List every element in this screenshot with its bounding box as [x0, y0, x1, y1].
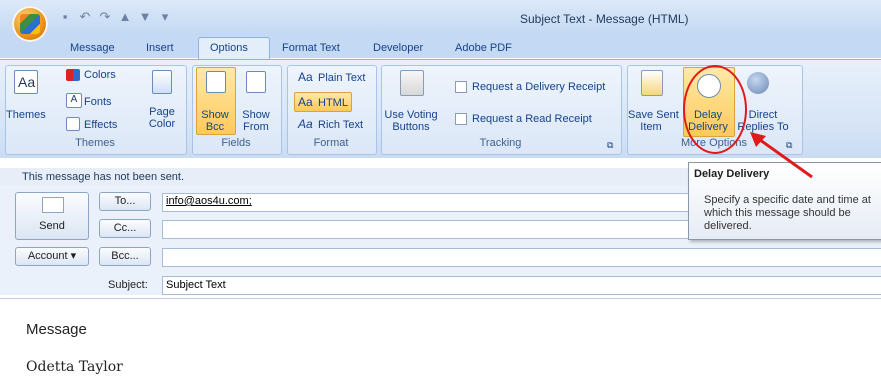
read-receipt-checkbox[interactable]: [455, 113, 467, 125]
send-envelope-icon: [42, 197, 64, 213]
themes-icon: Aa: [14, 70, 38, 94]
bcc-button[interactable]: Bcc...: [99, 247, 151, 266]
to-button[interactable]: To...: [99, 192, 151, 211]
group-label-format: Format: [313, 137, 349, 149]
redo-icon[interactable]: ↷: [96, 8, 114, 26]
down-arrow-icon[interactable]: ▼: [136, 8, 154, 26]
group-label-fields: Fields: [221, 137, 251, 149]
show-bcc-button[interactable]: Show Bcc: [197, 109, 233, 133]
subject-label: Subject:: [108, 279, 148, 291]
cc-button[interactable]: Cc...: [99, 219, 151, 238]
fonts-icon: A: [66, 93, 82, 108]
subject-field[interactable]: [162, 276, 881, 295]
fonts-button[interactable]: Fonts: [84, 96, 112, 108]
save-sent-item-icon: [641, 70, 663, 96]
message-body[interactable]: [0, 298, 881, 376]
body-line-signature: Odetta Taylor: [26, 359, 123, 375]
read-receipt-label[interactable]: Request a Read Receipt: [472, 113, 592, 125]
show-from-icon: [246, 71, 266, 93]
annotation-circle: [683, 65, 747, 154]
effects-button[interactable]: Effects: [84, 119, 117, 131]
subject-field-value: Subject Text: [166, 279, 226, 291]
html-aa-icon: Aa: [298, 95, 313, 109]
quick-access-toolbar: ▪ ↶ ↷ ▲ ▼ ▾: [56, 8, 206, 26]
tooltip-text: Specify a specific date and time at whic…: [704, 194, 871, 232]
send-button[interactable]: Send: [15, 192, 89, 240]
group-label-tracking: Tracking: [479, 137, 522, 149]
colors-icon: [66, 69, 80, 81]
undo-icon[interactable]: ↶: [76, 8, 94, 26]
tab-format-text[interactable]: Format Text: [282, 42, 340, 54]
send-label: Send: [39, 220, 65, 232]
to-field-value: info@aos4u.com;: [166, 195, 252, 207]
html-option[interactable]: HTML: [318, 97, 348, 109]
tab-strip: [0, 34, 881, 58]
voting-buttons-button[interactable]: Use Voting Buttons: [384, 109, 438, 133]
office-button[interactable]: [12, 6, 48, 42]
bcc-field[interactable]: [162, 248, 881, 267]
tab-developer[interactable]: Developer: [373, 42, 423, 54]
account-dropdown-icon: ▾: [70, 250, 77, 262]
up-arrow-icon[interactable]: ▲: [116, 8, 134, 26]
window-title: Subject Text - Message (HTML): [520, 12, 689, 26]
customize-icon[interactable]: ▾: [156, 8, 174, 26]
body-line-message: Message: [26, 321, 87, 338]
page-color-button[interactable]: Page Color: [140, 106, 184, 130]
rich-text-aa-icon: Aa: [298, 117, 313, 131]
show-from-button[interactable]: Show From: [238, 109, 274, 133]
tracking-dialog-launcher-icon[interactable]: ⧉: [607, 139, 613, 151]
annotation-arrow-icon: [750, 132, 813, 179]
rich-text-option[interactable]: Rich Text: [318, 119, 363, 131]
tab-insert[interactable]: Insert: [146, 42, 174, 54]
plain-text-aa-icon: Aa: [298, 70, 313, 84]
office-logo-icon: [20, 14, 40, 34]
themes-button[interactable]: Themes: [6, 109, 46, 121]
delivery-receipt-checkbox[interactable]: [455, 81, 467, 93]
save-icon[interactable]: ▪: [56, 8, 74, 26]
tab-message[interactable]: Message: [70, 42, 115, 54]
account-label: Account: [27, 250, 68, 262]
group-label-themes: Themes: [75, 137, 115, 149]
effects-icon: [66, 117, 80, 131]
save-sent-item-button[interactable]: Save Sent Item: [628, 109, 679, 133]
direct-replies-icon: [747, 72, 769, 94]
info-bar-text: This message has not been sent.: [22, 171, 185, 183]
tab-adobe-pdf[interactable]: Adobe PDF: [455, 42, 512, 54]
show-bcc-icon: [206, 71, 226, 93]
voting-buttons-icon: [400, 70, 424, 96]
tab-options[interactable]: Options: [210, 42, 248, 54]
page-color-icon: [152, 70, 172, 94]
plain-text-option[interactable]: Plain Text: [318, 72, 366, 84]
colors-button[interactable]: Colors: [84, 69, 116, 81]
account-button[interactable]: Account ▾: [15, 247, 89, 266]
delivery-receipt-label[interactable]: Request a Delivery Receipt: [472, 81, 605, 93]
